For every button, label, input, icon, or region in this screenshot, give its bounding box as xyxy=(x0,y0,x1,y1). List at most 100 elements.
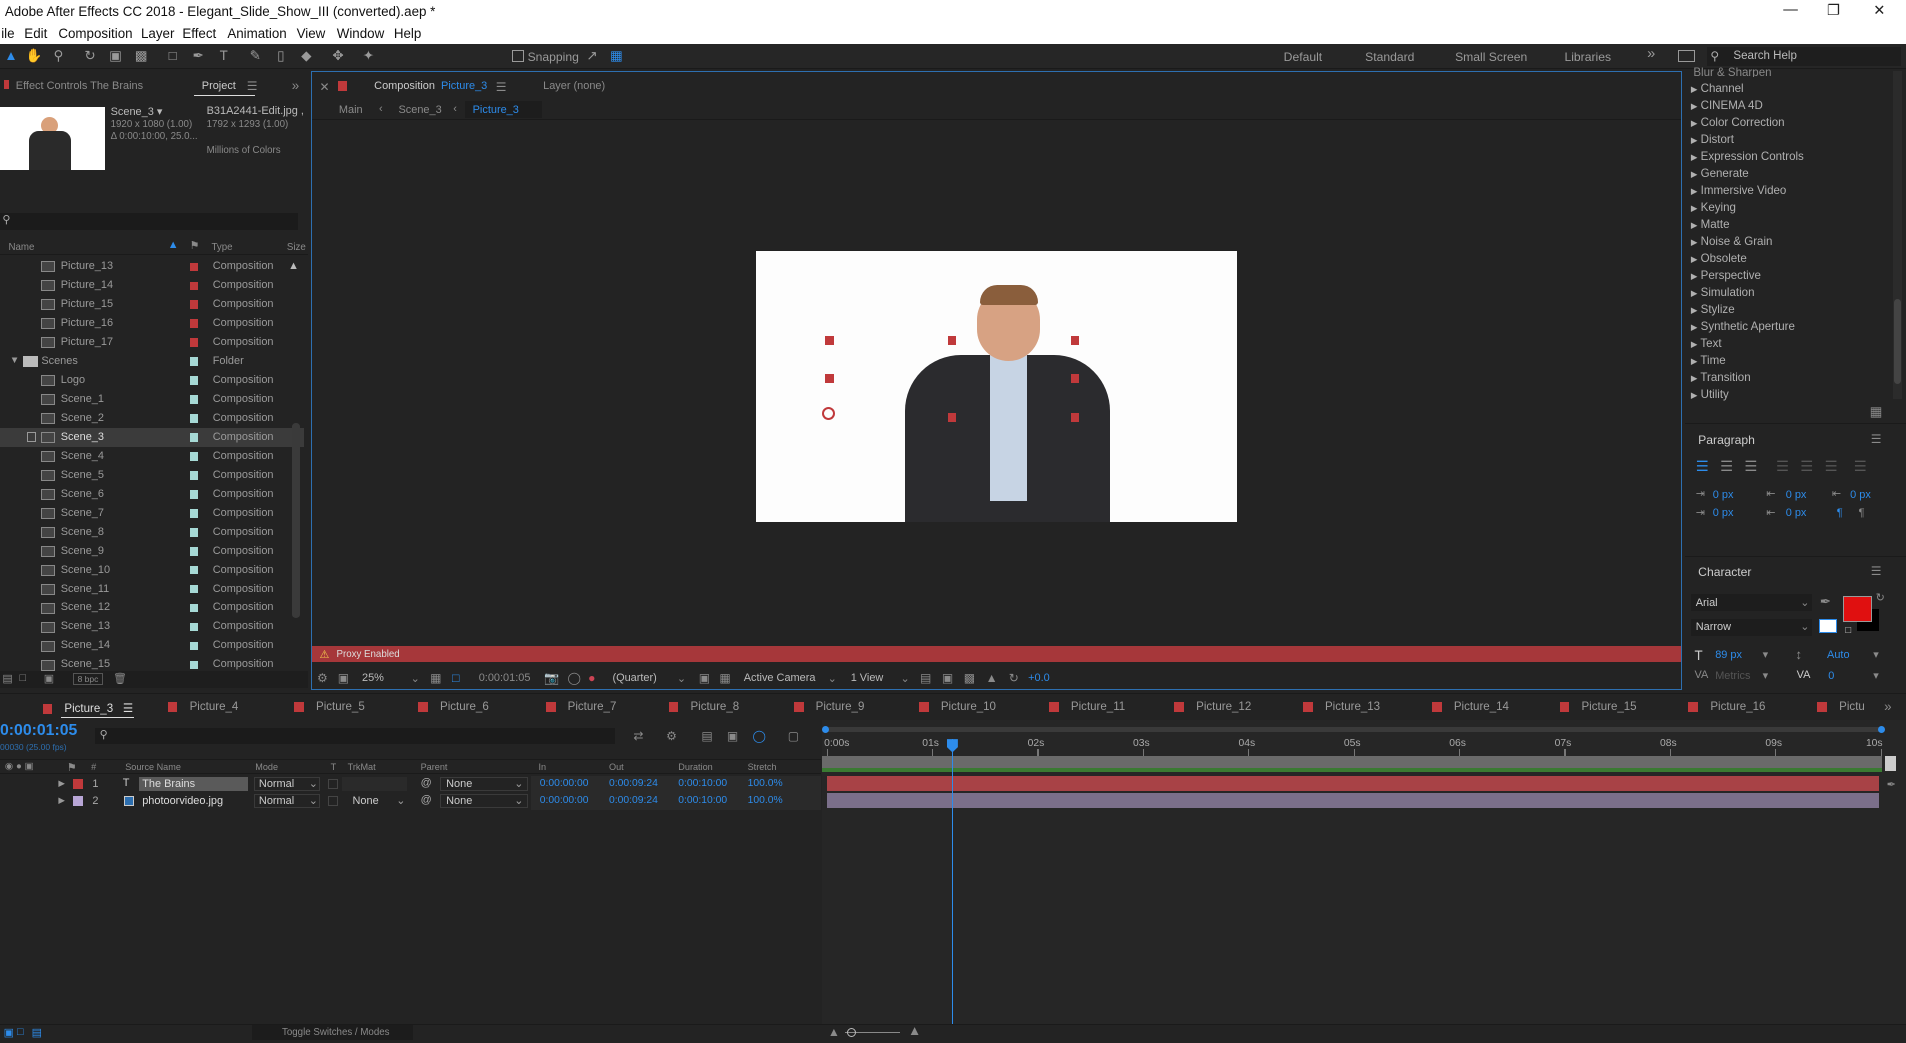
effect-category[interactable]: ▶ Obsolete xyxy=(1691,253,1747,265)
label-color-swatch[interactable] xyxy=(189,338,199,347)
label-color-swatch[interactable] xyxy=(189,471,199,480)
breadcrumb-main[interactable]: Main xyxy=(339,104,363,116)
project-item[interactable]: Picture_15 Composition xyxy=(0,296,304,315)
label-color-swatch[interactable] xyxy=(189,376,199,385)
panel-menu-icon[interactable]: ☰ xyxy=(247,79,258,93)
preserve-transparency-checkbox[interactable] xyxy=(328,779,338,789)
work-area-range[interactable] xyxy=(821,756,1882,769)
type-tool-icon[interactable]: T xyxy=(215,47,232,64)
brush-tool-icon[interactable]: ✎ xyxy=(247,47,264,64)
disclosure-triangle-icon[interactable]: ▼ xyxy=(10,355,20,366)
eraser-tool-icon[interactable]: ◆ xyxy=(298,47,315,64)
disclosure-triangle-icon[interactable]: ▶ xyxy=(1691,135,1698,145)
label-color-swatch[interactable] xyxy=(189,603,199,613)
timeline-tab[interactable]: Picture_14 xyxy=(1431,701,1509,713)
menu-effect[interactable]: Effect xyxy=(182,26,216,41)
fill-color-swatch-front[interactable] xyxy=(1842,595,1872,623)
trash-icon[interactable]: 🗑 xyxy=(113,672,127,685)
work-area-end-handle[interactable] xyxy=(1878,725,1886,733)
panel-menu-icon[interactable]: ☰ xyxy=(123,703,133,715)
label-color-swatch[interactable] xyxy=(189,622,199,632)
space-after-value[interactable]: 0 px xyxy=(1786,507,1807,519)
comp-marker-icon[interactable]: ✒ xyxy=(1887,778,1896,791)
menu-edit[interactable]: Edit xyxy=(24,26,47,41)
workspace-small-screen[interactable]: Small Screen xyxy=(1455,50,1527,64)
mask-handle[interactable] xyxy=(825,374,834,383)
project-item[interactable]: Scene_7 Composition xyxy=(0,504,304,523)
indent-left-value[interactable]: 0 px xyxy=(1713,489,1734,501)
rtl-direction-icon[interactable]: ¶ xyxy=(1859,507,1865,519)
effect-category[interactable]: ▶ Keying xyxy=(1691,202,1736,214)
layer-out[interactable]: 0:00:09:24 xyxy=(609,778,658,789)
project-item[interactable]: ▼ Scenes Folder xyxy=(0,353,304,372)
timeline-tab[interactable]: Picture_12 xyxy=(1174,701,1251,713)
effect-category[interactable]: ▶ Utility xyxy=(1691,389,1729,401)
bit-depth-button[interactable]: 8 bpc xyxy=(72,673,103,686)
timeline-tab[interactable]: Picture_6 xyxy=(418,701,489,713)
effect-category[interactable]: ▶ Time xyxy=(1691,355,1726,367)
timeline-current-time[interactable]: 0:00:01:05 xyxy=(0,722,77,740)
justify-all-icon[interactable]: ☰ xyxy=(1854,458,1867,475)
region-of-interest-icon[interactable]: □ xyxy=(452,671,459,685)
new-folder-icon[interactable]: □ xyxy=(19,672,26,684)
more-workspaces-icon[interactable]: » xyxy=(1647,46,1655,62)
project-item[interactable]: Scene_3 Composition xyxy=(0,428,304,448)
timeline-search-input[interactable]: ⚲ xyxy=(94,728,616,744)
shy-layers-icon[interactable]: ▤ xyxy=(701,729,712,743)
current-time-indicator[interactable] xyxy=(946,739,958,753)
interpret-footage-icon[interactable]: ▤ xyxy=(2,672,12,685)
label-color-swatch[interactable] xyxy=(189,414,199,423)
column-parent[interactable]: Parent xyxy=(421,762,448,772)
disclosure-triangle-icon[interactable]: ▶ xyxy=(1691,186,1698,196)
flowchart-icon[interactable]: ▲ xyxy=(986,671,998,685)
layer-row[interactable]: ▶ 2 photoorvideo.jpg Normal ⌄ None ⌄ @ None ⌄ 0:00… xyxy=(0,792,821,810)
disclosure-triangle-icon[interactable]: ▶ xyxy=(58,795,65,806)
roto-brush-tool-icon[interactable]: ✥ xyxy=(329,47,346,64)
puppet-tool-icon[interactable]: ✦ xyxy=(360,47,377,64)
project-item[interactable]: Picture_13 Composition xyxy=(0,258,304,277)
disclosure-triangle-icon[interactable]: ▶ xyxy=(1691,288,1698,298)
menu-layer[interactable]: Layer xyxy=(141,26,174,41)
mask-handle[interactable] xyxy=(825,336,834,345)
label-color-swatch[interactable] xyxy=(189,319,199,328)
label-color-swatch[interactable] xyxy=(189,490,199,499)
show-snapshot-icon[interactable]: ◯ xyxy=(567,671,581,685)
views-select[interactable]: 1 View xyxy=(851,672,884,684)
font-style-select[interactable]: Narrow ⌄ xyxy=(1690,618,1813,636)
maximize-icon[interactable]: ❐ xyxy=(1827,2,1840,19)
label-color-swatch[interactable] xyxy=(189,300,199,309)
font-size-value[interactable]: 89 px xyxy=(1715,649,1742,661)
menu-composition[interactable]: Composition xyxy=(58,26,132,41)
draft-3d-icon[interactable]: ⚙ xyxy=(666,729,677,743)
project-item[interactable]: Scene_10 Composition xyxy=(0,561,304,580)
close-icon[interactable]: ✕ xyxy=(1873,2,1885,19)
resolution-select[interactable]: (Quarter) xyxy=(612,672,656,684)
pickwhip-icon[interactable]: @ xyxy=(421,777,432,789)
workspace-default[interactable]: Default xyxy=(1284,50,1322,64)
kerning-value[interactable]: Metrics xyxy=(1715,670,1750,682)
tab-composition-name[interactable]: Picture_3 xyxy=(441,80,487,92)
effect-category[interactable]: ▶ Immersive Video xyxy=(1691,185,1786,197)
menu-file[interactable]: ile xyxy=(1,26,14,41)
effect-category-cut[interactable]: Blur & Sharpen xyxy=(1693,67,1771,77)
label-color-swatch[interactable] xyxy=(189,357,199,366)
project-item[interactable]: Scene_9 Composition xyxy=(0,542,304,561)
workspace-panel-icon[interactable] xyxy=(1677,49,1695,62)
toggle-switches-modes-button[interactable]: Toggle Switches / Modes xyxy=(251,1024,414,1041)
label-column-icon[interactable]: ⚑ xyxy=(67,761,77,774)
project-item[interactable]: Scene_5 Composition xyxy=(0,466,304,485)
composition-canvas[interactable] xyxy=(755,251,1238,523)
column-trkmat[interactable]: TrkMat xyxy=(348,762,376,772)
menu-view[interactable]: View xyxy=(297,26,326,41)
new-composition-icon[interactable]: ▣ xyxy=(44,672,54,685)
project-item[interactable]: Scene_4 Composition xyxy=(0,447,304,466)
timeline-tab[interactable]: Picture_7 xyxy=(545,701,616,713)
clone-stamp-tool-icon[interactable]: ▯ xyxy=(272,47,289,64)
disclosure-triangle-icon[interactable]: ▶ xyxy=(1691,237,1698,247)
disclosure-triangle-icon[interactable]: ▶ xyxy=(1691,373,1698,383)
disclosure-triangle-icon[interactable]: ▶ xyxy=(1691,390,1698,400)
label-color-swatch[interactable] xyxy=(189,452,199,461)
layer-row[interactable]: ▶ 1 T The Brains Normal ⌄ @ None ⌄ 0:00:00:00 0:00… xyxy=(0,775,821,793)
indent-right-value[interactable]: 0 px xyxy=(1850,489,1871,501)
zoom-out-icon[interactable]: ▲ xyxy=(828,1025,840,1039)
